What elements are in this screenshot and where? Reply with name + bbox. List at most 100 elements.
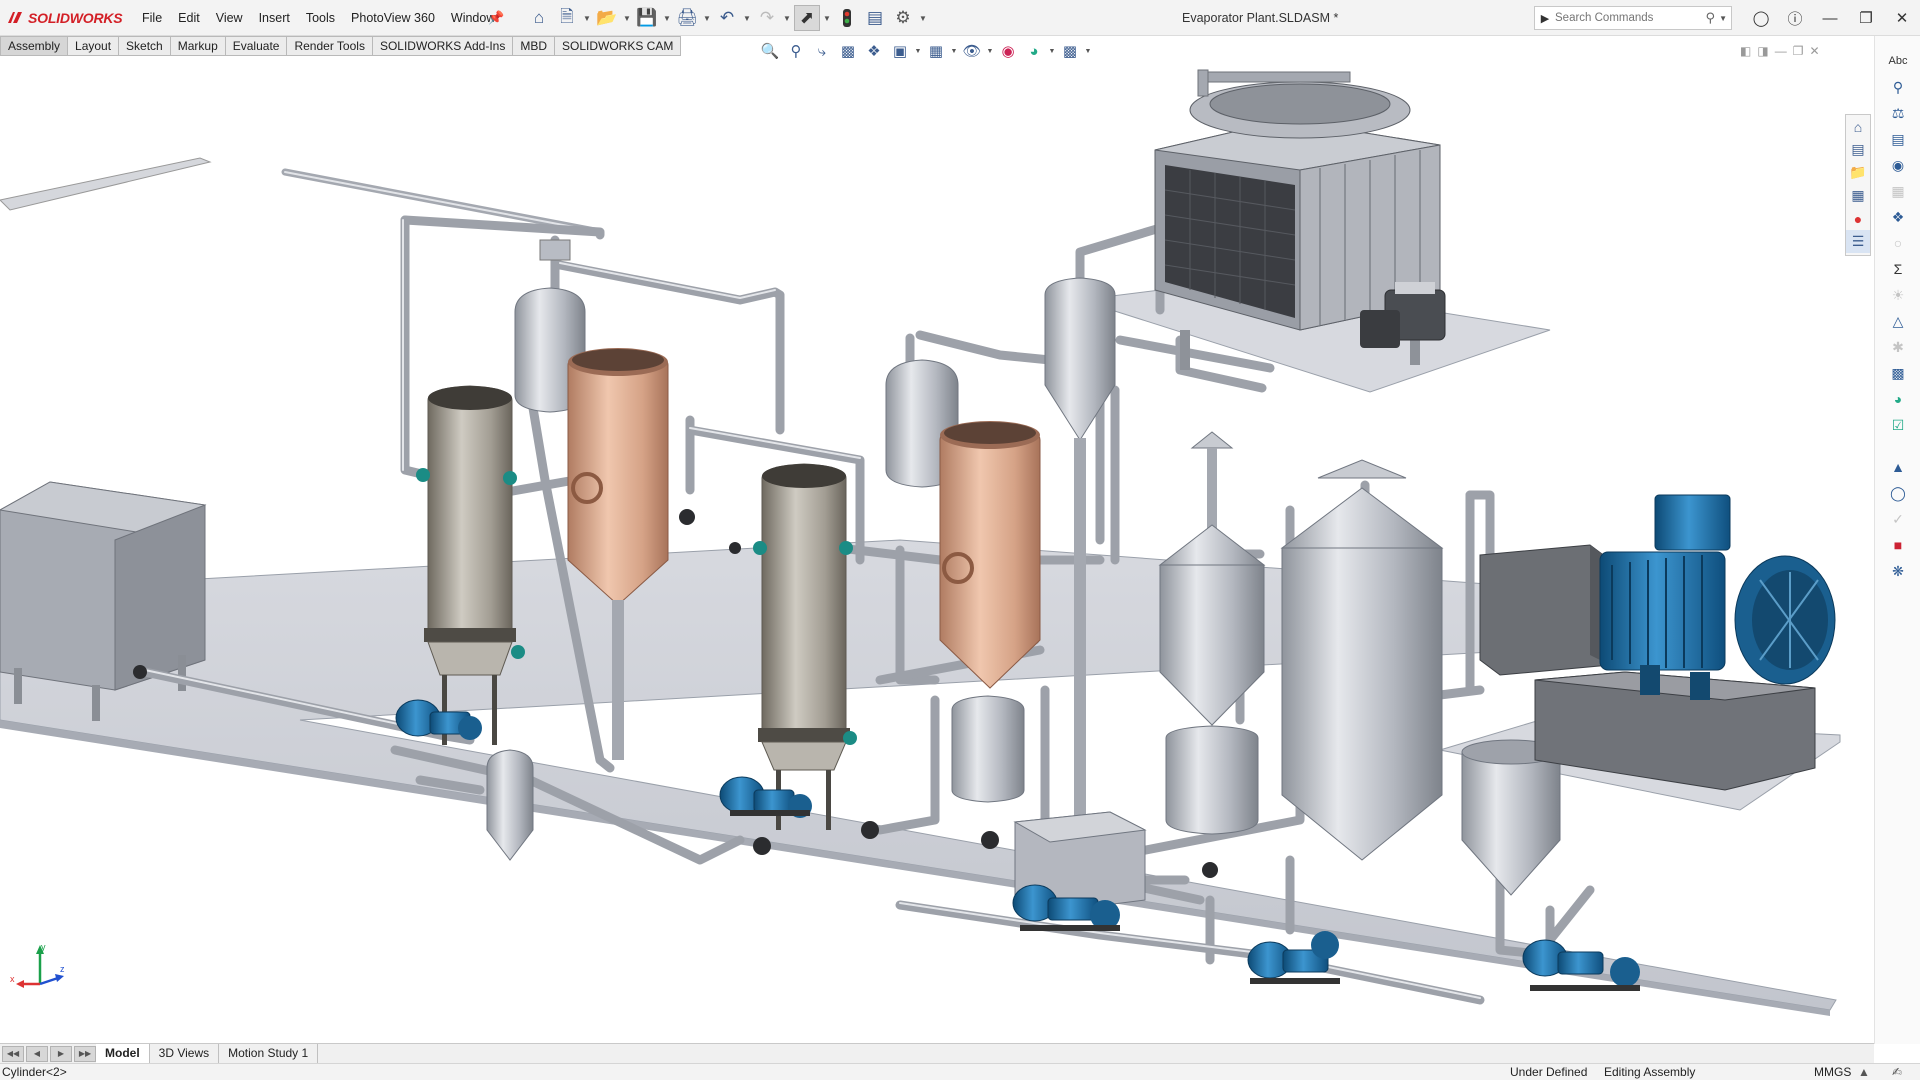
heat-exchanger-column-2[interactable] (753, 463, 857, 830)
hopper-bin[interactable] (1461, 739, 1561, 896)
view-palette-icon[interactable]: ▦ (1846, 184, 1870, 207)
symmetry-check-icon[interactable]: ✱ (1883, 336, 1913, 358)
prev-tab-icon[interactable]: ◀ (26, 1045, 48, 1062)
apply-scene-dropdown-icon[interactable]: ▼ (1048, 40, 1056, 62)
open-dropdown-icon[interactable]: ▼ (622, 5, 632, 31)
section-properties-icon[interactable]: ▤ (1883, 128, 1913, 150)
spell-check-icon[interactable]: Abc (1883, 50, 1913, 72)
save-dropdown-icon[interactable]: ▼ (662, 5, 672, 31)
tab-model[interactable]: Model (96, 1043, 150, 1064)
options-dropdown-icon[interactable]: ▼ (918, 5, 928, 31)
redo-icon[interactable]: ↷ (754, 5, 780, 31)
tab-addins[interactable]: SOLIDWORKS Add-Ins (372, 36, 514, 56)
viewport-expand-icon[interactable]: ◨ (1757, 44, 1768, 58)
print-dropdown-icon[interactable]: ▼ (702, 5, 712, 31)
zoom-to-area-icon[interactable]: ⚲ (784, 40, 808, 62)
search-dropdown-icon[interactable]: ▼ (1719, 14, 1727, 23)
menu-tools[interactable]: Tools (298, 0, 343, 36)
crystallizer-tank[interactable] (1158, 431, 1266, 835)
performance-evaluation-icon[interactable]: ☑ (1883, 414, 1913, 436)
reference-triad[interactable]: y x z (8, 940, 68, 1000)
minimize-icon[interactable]: — (1812, 0, 1848, 36)
menu-edit[interactable]: Edit (170, 0, 208, 36)
tab-assembly[interactable]: Assembly (0, 36, 69, 56)
custom-properties-icon[interactable]: ☰ (1846, 230, 1870, 253)
view-orientation-dropdown-icon[interactable]: ▼ (914, 40, 922, 62)
next-tab-icon[interactable]: ▶ (50, 1045, 72, 1062)
pin-menu-icon[interactable]: 📌 (488, 10, 504, 25)
solidworks-logo[interactable]: SOLIDWORKS (6, 8, 123, 28)
new-document-icon[interactable]: 🗎 (554, 5, 580, 31)
sustainability-icon[interactable]: ■ (1883, 534, 1913, 556)
select-dropdown-icon[interactable]: ▼ (822, 5, 832, 31)
user-account-icon[interactable]: ◯ (1744, 0, 1778, 36)
graphics-area[interactable] (0, 58, 1874, 1044)
tab-render-tools[interactable]: Render Tools (287, 36, 373, 56)
appearances-icon[interactable]: ● (1846, 207, 1870, 230)
search-icon[interactable]: ⚲ (1706, 10, 1716, 26)
clearance-verification-icon[interactable]: ○ (1883, 232, 1913, 254)
viewport-restore-icon[interactable]: ❐ (1793, 44, 1804, 58)
options-icon[interactable]: ⚙ (890, 5, 916, 31)
hide-show-icon[interactable]: 👁 (960, 40, 984, 62)
apply-scene-icon[interactable]: ◕ (1022, 40, 1046, 62)
view-orientation-icon[interactable]: ▣ (888, 40, 912, 62)
view-settings-dropdown-icon[interactable]: ▼ (1084, 40, 1092, 62)
close-icon[interactable]: ✕ (1884, 0, 1920, 36)
tab-evaluate[interactable]: Evaluate (225, 36, 288, 56)
last-tab-icon[interactable]: ▶▶ (74, 1045, 96, 1062)
pump-5[interactable] (1522, 939, 1640, 991)
zoom-to-fit-icon[interactable]: 🔍 (758, 40, 782, 62)
pump-2[interactable] (719, 776, 812, 818)
tab-motion-study[interactable]: Motion Study 1 (219, 1043, 319, 1064)
print-icon[interactable]: 🖨 (674, 5, 700, 31)
redo-dropdown-icon[interactable]: ▼ (782, 5, 792, 31)
simulation-icon[interactable]: ▲ (1883, 456, 1913, 478)
compare-documents-icon[interactable]: ▩ (1883, 362, 1913, 384)
design-check-icon[interactable]: ✓ (1883, 508, 1913, 530)
interference-detection-icon[interactable]: ❖ (1883, 206, 1913, 228)
copper-vessel-2[interactable] (939, 421, 1041, 803)
menu-file[interactable]: File (134, 0, 170, 36)
tab-sketch[interactable]: Sketch (119, 36, 171, 56)
design-library-icon[interactable]: ▤ (1846, 138, 1870, 161)
menu-photoview[interactable]: PhotoView 360 (343, 0, 443, 36)
home-icon[interactable]: ⌂ (526, 5, 552, 31)
viewport-close-icon[interactable]: ✕ (1809, 44, 1819, 58)
assembly-visualization-icon[interactable]: ◕ (1883, 388, 1913, 410)
mass-properties-icon[interactable]: ⚖ (1883, 102, 1913, 124)
curvature-icon[interactable]: △ (1883, 310, 1913, 332)
open-icon[interactable]: 📂 (594, 5, 620, 31)
check-icon[interactable]: ▦ (1883, 180, 1913, 202)
save-icon[interactable]: 💾 (634, 5, 660, 31)
quick-tips-icon[interactable]: ✍ (1892, 1065, 1902, 1079)
help-icon[interactable]: ⓘ (1778, 0, 1812, 36)
edit-appearance-icon[interactable]: ◉ (996, 40, 1020, 62)
measure-icon[interactable]: ⚲ (1883, 76, 1913, 98)
units-dropdown-icon[interactable]: ▲ (1858, 1065, 1870, 1079)
viewport-minimize-icon[interactable]: — (1775, 44, 1787, 58)
sensor-icon[interactable]: ◉ (1883, 154, 1913, 176)
undo-icon[interactable]: ↶ (714, 5, 740, 31)
search-input[interactable] (1555, 12, 1695, 24)
select-icon[interactable]: ⬈ (794, 5, 820, 31)
undo-dropdown-icon[interactable]: ▼ (742, 5, 752, 31)
equations-icon[interactable]: Σ (1883, 258, 1913, 280)
tab-mbd[interactable]: MBD (513, 36, 555, 56)
menu-insert[interactable]: Insert (251, 0, 298, 36)
display-style-icon[interactable]: ▦ (924, 40, 948, 62)
menu-view[interactable]: View (208, 0, 251, 36)
tab-3d-views[interactable]: 3D Views (150, 1043, 220, 1064)
restore-icon[interactable]: ❐ (1848, 0, 1884, 36)
file-explorer-icon[interactable]: 📁 (1846, 161, 1870, 184)
section-view-icon[interactable]: ▩ (836, 40, 860, 62)
first-tab-icon[interactable]: ◀◀ (2, 1045, 24, 1062)
dynamic-annotation-icon[interactable]: ❖ (862, 40, 886, 62)
search-commands[interactable]: ▶ ⚲ ▼ (1534, 6, 1732, 30)
tab-layout[interactable]: Layout (68, 36, 120, 56)
status-mode[interactable]: Editing Assembly (1604, 1065, 1695, 1079)
status-units[interactable]: MMGS (1814, 1065, 1851, 1079)
view-settings-icon[interactable]: ▩ (1058, 40, 1082, 62)
pump-4[interactable] (1247, 931, 1340, 984)
dryer-tank[interactable] (1280, 459, 1444, 861)
